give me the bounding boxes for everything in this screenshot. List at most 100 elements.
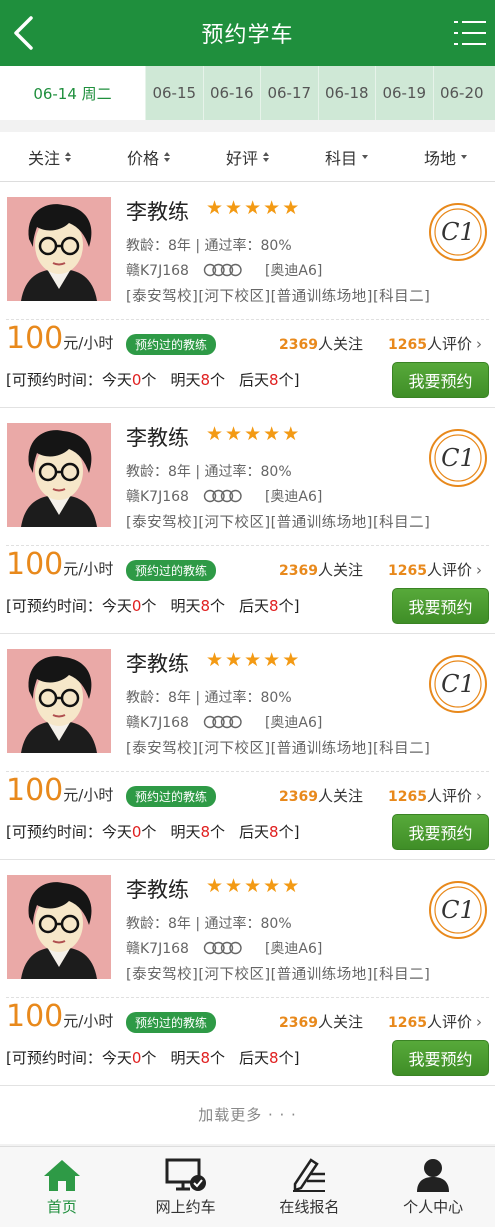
date-tab-06-19[interactable]: 06-19 — [375, 66, 433, 120]
avail-tomorrow-label: 明天 — [170, 1049, 201, 1067]
tab-label: 个人中心 — [403, 1198, 464, 1216]
date-tab-06-18[interactable]: 06-18 — [317, 66, 376, 120]
tab-home[interactable]: 首页 — [0, 1147, 124, 1227]
chevron-right-icon: › — [475, 335, 482, 353]
star-icon: ★ — [225, 197, 243, 219]
coach-card[interactable]: 李教练 ★ ★ ★ ★ ★ C1 教龄：8年 | 通过率：80% 赣K7J168 [奥迪… — [0, 860, 495, 1086]
back-icon[interactable] — [12, 15, 34, 51]
bottom-tab-bar: 首页 网上约车 在线报名 个人中心 — [0, 1146, 495, 1227]
available-times: [可预约时间：今天0个 明天8个 后天8个] — [6, 1047, 299, 1068]
star-icon: ★ — [206, 423, 224, 445]
review-count[interactable]: 1265人评价 › — [388, 333, 482, 354]
tab-online-signup[interactable]: 在线报名 — [248, 1147, 372, 1227]
page-title: 预约学车 — [201, 23, 294, 48]
review-count[interactable]: 1265人评价 › — [388, 1011, 482, 1032]
filter-price[interactable]: 价格 — [99, 132, 198, 181]
available-times: [可预约时间：今天0个 明天8个 后天8个] — [6, 595, 299, 616]
book-button[interactable]: 我要预约 — [392, 1040, 489, 1076]
coach-tags: [泰安驾校][河下校区][普通训练场地][科目二] — [126, 741, 431, 757]
plate-number: 赣K7J168 — [126, 263, 189, 279]
tab-profile[interactable]: 个人中心 — [371, 1147, 495, 1227]
available-times: [可预约时间：今天0个 明天8个 后天8个] — [6, 369, 299, 390]
book-button[interactable]: 我要预约 — [392, 814, 489, 850]
filter-follow[interactable]: 关注 — [0, 132, 99, 181]
price: 100元/小时 — [6, 773, 113, 808]
avail-tomorrow-label: 明天 — [170, 597, 201, 615]
star-icon: ★ — [263, 875, 281, 897]
avail-unit: 个 — [278, 1049, 294, 1067]
price-value: 100 — [6, 547, 64, 582]
plate-number: 赣K7J168 — [126, 489, 189, 505]
coach-vehicle: 赣K7J168 [奥迪A6] — [126, 260, 322, 280]
star-icon: ★ — [263, 423, 281, 445]
coach-tags: [泰安驾校][河下校区][普通训练场地][科目二] — [126, 515, 431, 531]
star-icon: ★ — [225, 423, 243, 445]
date-tab-06-14[interactable]: 06-14 周二 — [0, 66, 145, 120]
avail-unit: 个 — [141, 597, 157, 615]
star-icon: ★ — [225, 649, 243, 671]
rating-stars: ★ ★ ★ ★ ★ — [206, 877, 301, 896]
book-button[interactable]: 我要预约 — [392, 362, 489, 398]
load-more[interactable]: 加载更多 · · · — [0, 1086, 495, 1144]
review-label: 人评价 — [426, 1013, 472, 1031]
coach-card[interactable]: 李教练 ★ ★ ★ ★ ★ C1 教龄：8年 | 通过率：80% 赣K7J168 [奥迪… — [0, 634, 495, 860]
filter-rating[interactable]: 好评 — [198, 132, 297, 181]
filter-label: 科目 — [324, 148, 357, 168]
coach-card[interactable]: 李教练 ★ ★ ★ ★ ★ C1 教龄：8年 | 通过率：80% 赣K7J168 [奥迪… — [0, 182, 495, 408]
dropdown-icon — [362, 154, 368, 159]
booked-before-badge: 预约过的教练 — [126, 560, 217, 581]
follower-number: 2369 — [279, 789, 318, 805]
avail-unit: 个 — [278, 823, 294, 841]
avail-today-count: 0 — [131, 1049, 142, 1067]
review-number: 1265 — [388, 1015, 427, 1031]
star-icon: ★ — [206, 197, 224, 219]
coach-vehicle: 赣K7J168 [奥迪A6] — [126, 712, 322, 732]
avail-unit: 个 — [210, 371, 226, 389]
tab-online-booking[interactable]: 网上约车 — [124, 1147, 248, 1227]
filter-subject[interactable]: 科目 — [297, 132, 396, 181]
sort-icon — [65, 151, 71, 162]
follower-number: 2369 — [279, 563, 318, 579]
star-icon: ★ — [282, 423, 300, 445]
list-menu-icon[interactable] — [453, 18, 487, 48]
avail-unit: 个 — [141, 371, 157, 389]
avail-close: ] — [293, 597, 300, 615]
coach-name: 李教练 — [126, 652, 189, 676]
follower-number: 2369 — [279, 1015, 318, 1031]
follower-number: 2369 — [279, 337, 318, 353]
plate-number: 赣K7J168 — [126, 941, 189, 957]
star-icon: ★ — [244, 875, 262, 897]
pen-form-icon — [293, 1158, 326, 1192]
star-icon: ★ — [263, 197, 281, 219]
coach-tags: [泰安驾校][河下校区][普通训练场地][科目二] — [126, 967, 431, 983]
avail-close: ] — [293, 823, 300, 841]
date-tab-06-17[interactable]: 06-17 — [260, 66, 318, 120]
follower-count: 2369人关注 — [279, 785, 363, 806]
coach-list: 李教练 ★ ★ ★ ★ ★ C1 教龄：8年 | 通过率：80% 赣K7J168 [奥迪… — [0, 182, 495, 1086]
coach-vehicle: 赣K7J168 [奥迪A6] — [126, 486, 322, 506]
avail-today-count: 0 — [131, 597, 142, 615]
coach-avatar — [7, 875, 111, 979]
tab-label: 首页 — [46, 1198, 77, 1216]
review-count[interactable]: 1265人评价 › — [388, 559, 482, 580]
avail-unit: 个 — [210, 823, 226, 841]
book-button[interactable]: 我要预约 — [392, 588, 489, 624]
avail-unit: 个 — [278, 371, 294, 389]
license-c1-badge: C1 — [429, 655, 487, 713]
price-unit: 元/小时 — [63, 334, 114, 352]
review-label: 人评价 — [426, 561, 472, 579]
divider — [6, 545, 489, 546]
svg-text:C1: C1 — [441, 896, 475, 924]
date-tab-06-20[interactable]: 06-20 — [432, 66, 491, 120]
car-model: [奥迪A6] — [264, 263, 323, 279]
filter-venue[interactable]: 场地 — [396, 132, 495, 181]
avail-close: ] — [293, 371, 300, 389]
review-count[interactable]: 1265人评价 › — [388, 785, 482, 806]
available-times: [可预约时间：今天0个 明天8个 后天8个] — [6, 821, 299, 842]
audi-rings-icon — [203, 489, 242, 503]
star-icon: ★ — [225, 875, 243, 897]
date-tab-06-16[interactable]: 06-16 — [202, 66, 261, 120]
coach-card[interactable]: 李教练 ★ ★ ★ ★ ★ C1 教龄：8年 | 通过率：80% 赣K7J168 [奥迪… — [0, 408, 495, 634]
date-tab-06-15[interactable]: 06-15 — [145, 66, 203, 120]
follower-count: 2369人关注 — [279, 559, 363, 580]
